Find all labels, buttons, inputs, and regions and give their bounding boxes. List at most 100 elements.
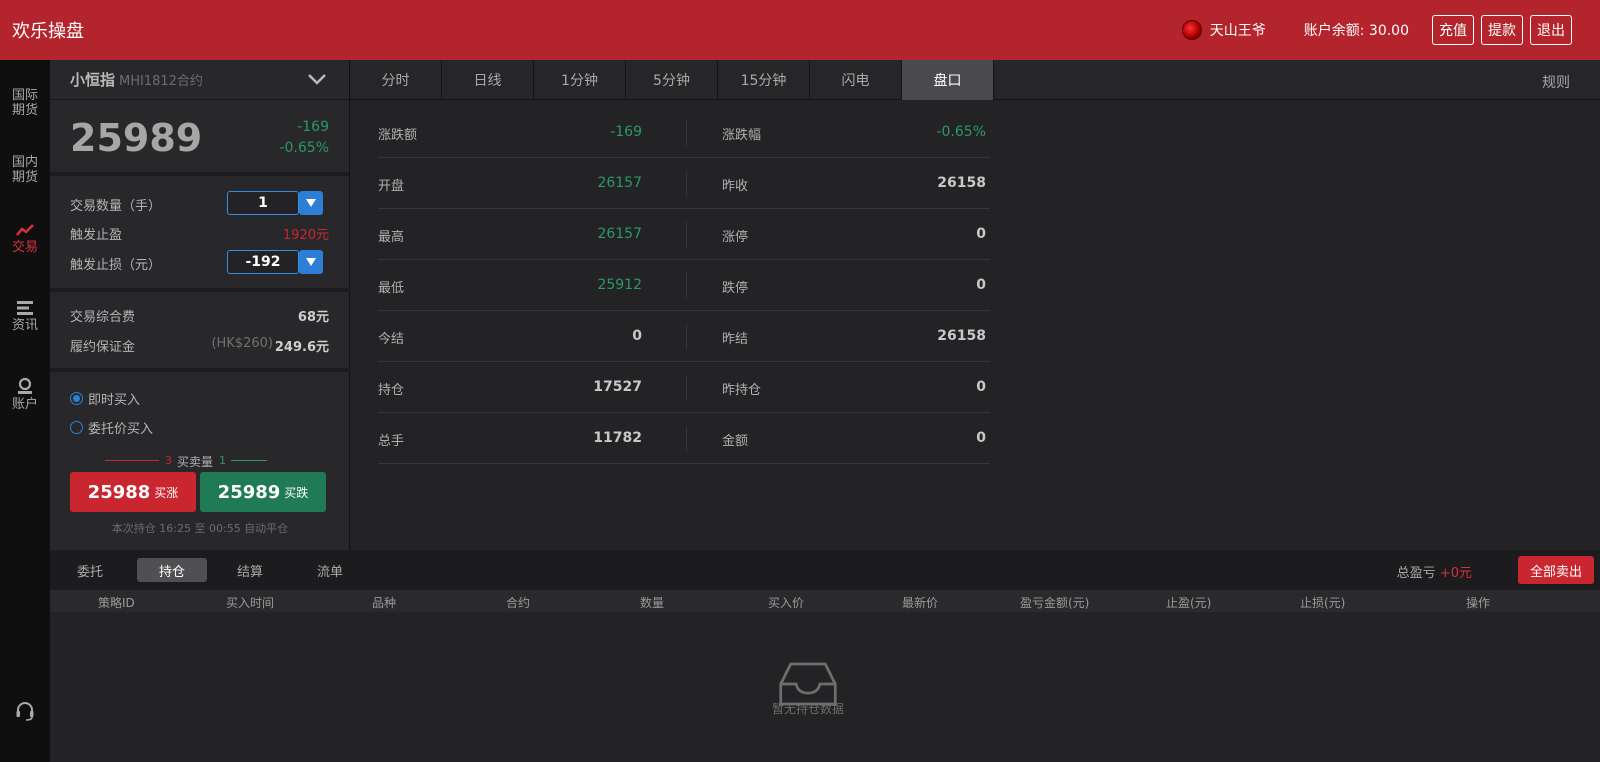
withdraw-button[interactable]: 提款 [1481, 15, 1523, 45]
tab-timeshare[interactable]: 分时 [350, 60, 442, 100]
quote-value: 0 [976, 226, 986, 242]
top-bar: 欢乐操盘 天山王爷 账户余额: 30.00 充值 提款 退出 [0, 0, 1600, 60]
fee-value: 68元 [297, 310, 329, 325]
stop-loss-label: 触发止损（元） [70, 258, 162, 273]
quote-value: 26157 [597, 226, 642, 242]
quote-row: 最低 25912 跌停 0 [378, 259, 990, 311]
quote-label: 跌停 [722, 281, 749, 296]
quote-label: 最高 [378, 230, 405, 245]
col-product: 品种 [372, 596, 397, 610]
tab-flow[interactable]: 流单 [295, 558, 365, 582]
triangle-down-icon [306, 199, 316, 207]
quote-label: 今结 [378, 332, 405, 347]
buy-up-button[interactable]: 25988 买涨 [70, 472, 196, 512]
quote-value: 26158 [937, 175, 986, 191]
contract-code: MHI1812合约 [119, 74, 203, 89]
total-pnl-label: 总盈亏 [1396, 566, 1436, 581]
quote-value: 0 [976, 430, 986, 446]
divider [50, 368, 350, 372]
bid-bar [105, 460, 159, 461]
price-summary: 25989 -169 -0.65% [50, 100, 349, 176]
radio-dot [70, 392, 83, 405]
col-take-profit: 止盈(元) [1166, 596, 1212, 610]
tab-lightning[interactable]: 闪电 [810, 60, 902, 100]
quote-separator [686, 222, 687, 248]
nav-news-label: 资讯 [11, 318, 38, 333]
qty-label: 交易数量（手） [70, 199, 162, 214]
chart-tabs: 分时 日线 1分钟 5分钟 15分钟 闪电 盘口 [350, 60, 1600, 100]
username: 天山王爷 [1209, 23, 1266, 39]
quote-value: -0.65% [936, 124, 986, 140]
quote-row: 最高 26157 涨停 0 [378, 208, 990, 260]
contract-selector[interactable]: 小恒指 MHI1812合约 [50, 60, 349, 100]
col-pnl: 盈亏金额(元) [1020, 596, 1090, 610]
rules-link[interactable]: 规则 [1542, 72, 1570, 92]
col-actions: 操作 [1466, 596, 1491, 610]
margin-value: 249.6元 [274, 340, 329, 355]
quote-area: 分时 日线 1分钟 5分钟 15分钟 闪电 盘口 规则 涨跌额 -169 涨跌幅 -0… [350, 60, 1600, 550]
take-profit-label: 触发止盈 [70, 228, 123, 243]
quote-row: 开盘 26157 昨收 26158 [378, 157, 990, 209]
quote-value: 11782 [593, 430, 642, 446]
quote-row: 今结 0 昨结 26158 [378, 310, 990, 362]
col-buy-time: 买入时间 [226, 596, 275, 610]
quote-separator [686, 426, 687, 452]
quote-label: 涨跌额 [378, 128, 418, 143]
quote-value: -169 [610, 124, 642, 140]
bid-volume: 3 [165, 454, 172, 467]
quote-value: 26157 [597, 175, 642, 191]
chevron-down-icon[interactable] [307, 72, 327, 86]
tab-5min[interactable]: 5分钟 [626, 60, 718, 100]
avatar [1181, 20, 1202, 40]
trade-panel: 小恒指 MHI1812合约 25989 -169 -0.65% 交易数量（手） … [50, 60, 350, 550]
nav-news[interactable]: 资讯 [0, 300, 50, 333]
book-label: 买卖量 [177, 455, 214, 469]
tab-positions[interactable]: 持仓 [137, 558, 207, 582]
divider [50, 288, 350, 292]
nav-domestic-label: 国内 期货 [11, 155, 38, 185]
contract-name: 小恒指 [70, 71, 116, 89]
stop-loss-dropdown[interactable] [299, 250, 323, 274]
radio-market-buy[interactable]: 即时买入 [70, 389, 140, 408]
take-profit-value: 1920元 [282, 228, 329, 243]
quote-value: 17527 [593, 379, 642, 395]
logout-button[interactable]: 退出 [1530, 15, 1572, 45]
tab-orders[interactable]: 委托 [55, 558, 125, 582]
quote-label: 金额 [722, 434, 749, 449]
quote-row: 总手 11782 金额 0 [378, 412, 990, 464]
radio-dot [70, 421, 83, 434]
sell-all-button[interactable]: 全部卖出 [1518, 556, 1594, 584]
quote-label: 昨结 [722, 332, 749, 347]
quote-row: 涨跌额 -169 涨跌幅 -0.65% [378, 106, 990, 158]
user-info[interactable]: 天山王爷 [1181, 20, 1266, 40]
tab-1min[interactable]: 1分钟 [534, 60, 626, 100]
tab-15min[interactable]: 15分钟 [718, 60, 810, 100]
customer-service[interactable] [0, 700, 50, 724]
nav-account-label: 账户 [11, 397, 38, 412]
tab-daily[interactable]: 日线 [442, 60, 534, 100]
quote-value: 0 [632, 328, 642, 344]
ask-bar [231, 460, 267, 461]
quote-separator [686, 375, 687, 401]
radio-limit-buy[interactable]: 委托价买入 [70, 418, 153, 437]
quote-label: 昨持仓 [722, 383, 762, 398]
qty-input[interactable]: 1 [227, 191, 299, 215]
nav-trade[interactable]: 交易 [0, 222, 50, 255]
stop-loss-input[interactable]: -192 [227, 250, 299, 274]
nav-account[interactable]: 账户 [0, 377, 50, 412]
buy-down-label: 买跌 [284, 485, 309, 500]
col-contract: 合约 [506, 596, 531, 610]
account-balance: 账户余额: 30.00 [1303, 23, 1409, 39]
deposit-button[interactable]: 充值 [1432, 15, 1474, 45]
nav-intl-futures[interactable]: 国际 期货 [0, 88, 50, 118]
buy-down-button[interactable]: 25989 买跌 [200, 472, 326, 512]
nav-trade-label: 交易 [11, 240, 38, 255]
tab-settlement[interactable]: 结算 [215, 558, 285, 582]
qty-dropdown[interactable] [299, 191, 323, 215]
quote-value: 25912 [597, 277, 642, 293]
quote-value: 26158 [937, 328, 986, 344]
tab-orderbook[interactable]: 盘口 [902, 60, 994, 100]
list-icon [17, 301, 33, 315]
positions-tabs: 委托 持仓 结算 流单 总盈亏 +0元 全部卖出 [50, 550, 1600, 590]
nav-domestic-futures[interactable]: 国内 期货 [0, 155, 50, 185]
